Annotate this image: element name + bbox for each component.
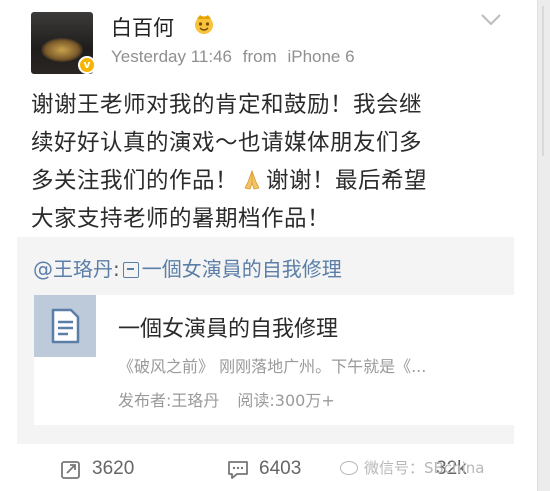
scrollbar-edge	[537, 0, 550, 491]
article-reads: 阅读:300万+	[237, 391, 335, 410]
content-text: 多关注我们的作品！	[31, 168, 239, 194]
timestamp: Yesterday 11:46	[111, 47, 232, 66]
post-source[interactable]: iPhone 6	[287, 47, 354, 66]
source-prefix: from	[242, 47, 277, 66]
link-icon	[122, 262, 139, 278]
article-summary: 《破风之前》 刚刚落地广州。下午就是《...	[118, 357, 427, 376]
content-text: 谢谢！最后希望	[266, 168, 428, 194]
scrollbar-thumb[interactable]	[542, 6, 544, 156]
article-icon	[34, 295, 96, 357]
content-line: 续好好认真的演戏～也请媒体朋友们多	[31, 130, 423, 156]
content-line: 多关注我们的作品！ 谢谢！最后希望	[31, 162, 531, 200]
chevron-down-icon[interactable]	[480, 13, 502, 27]
username[interactable]: 白百何	[111, 12, 174, 42]
article-card[interactable]: 一個女演員的自我修理 《破风之前》 刚刚落地广州。下午就是《... 发布者:王珞…	[34, 295, 514, 425]
content-line: 谢谢王老师对我的肯定和鼓励！我会继	[31, 92, 423, 118]
watermark-text: 微信号：SBchina	[364, 459, 485, 477]
article-info: 发布者:王珞丹 阅读:300万+	[118, 387, 335, 411]
praying-hands-emoji-icon	[244, 169, 260, 190]
post-content: 谢谢王老师对我的肯定和鼓励！我会继 续好好认真的演戏～也请媒体朋友们多 多关注我…	[31, 86, 531, 238]
post-meta: Yesterday 11:46 from iPhone 6	[111, 47, 361, 67]
repost-block[interactable]: @王珞丹: 一個女演員的自我修理 一個女演員的自我修理 《破风之前》 刚刚落地广州…	[17, 237, 514, 444]
content-line: 大家支持老师的暑期档作品！	[31, 206, 331, 232]
repost-text: @王珞丹: 一個女演員的自我修理	[33, 253, 342, 282]
comment-count: 6403	[259, 458, 302, 479]
article-title: 一個女演員的自我修理	[118, 317, 339, 342]
watermark: 微信号：SBchina	[340, 457, 484, 478]
wechat-icon	[340, 461, 358, 475]
crown-emoji-icon	[195, 15, 213, 34]
repost-link-text[interactable]: 一個女演員的自我修理	[142, 257, 342, 281]
repost-icon	[61, 461, 80, 479]
article-publisher: 发布者:王珞丹	[118, 391, 220, 410]
repost-count: 3620	[92, 458, 135, 479]
repost-colon: :	[113, 257, 120, 281]
comment-icon	[228, 461, 248, 479]
weibo-post: v 白百何 Yesterday 11:46 from iPhone 6 谢谢王老…	[0, 0, 538, 491]
mention-link[interactable]: @王珞丹	[33, 257, 113, 281]
verified-badge-icon: v	[78, 56, 96, 74]
avatar-image	[41, 38, 83, 62]
